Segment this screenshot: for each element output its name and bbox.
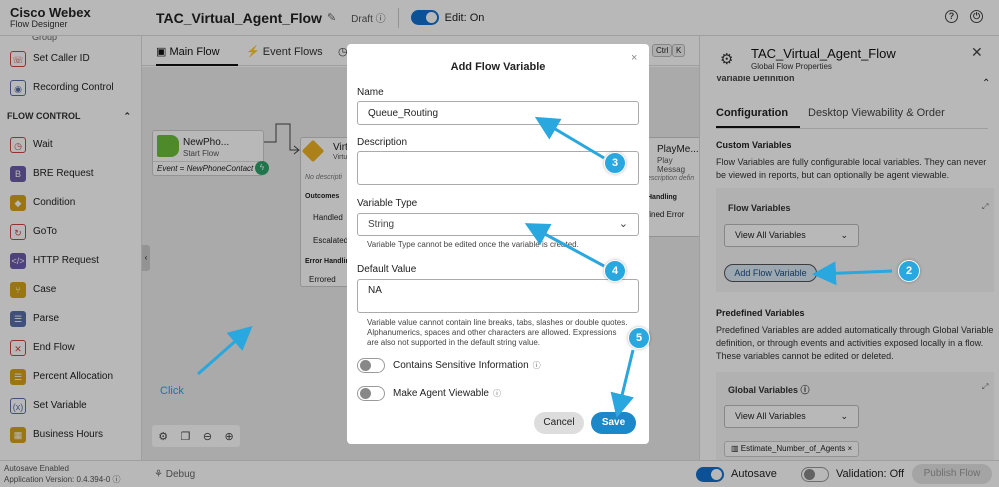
name-input[interactable] — [357, 101, 639, 125]
default-value-hint: Variable value cannot contain line break… — [367, 318, 628, 347]
variable-type-hint: Variable Type cannot be edited once the … — [367, 240, 579, 249]
toggle-knob — [360, 360, 371, 371]
info-icon[interactable]: ⓘ — [533, 360, 541, 371]
info-icon[interactable]: ⓘ — [493, 388, 501, 399]
sensitive-info-toggle[interactable] — [357, 358, 385, 373]
cancel-button[interactable]: Cancel — [534, 412, 584, 434]
default-value-label: Default Value — [357, 264, 417, 275]
annotation-badge-3: 3 — [604, 152, 626, 174]
toggle-knob — [360, 388, 371, 399]
variable-type-label: Variable Type — [357, 198, 418, 209]
selected-type: String — [368, 219, 395, 230]
agent-viewable-row: Make Agent Viewable ⓘ — [357, 386, 501, 401]
variable-type-select[interactable]: String ⌄ — [357, 213, 639, 236]
annotation-badge-5: 5 — [628, 327, 650, 349]
close-icon[interactable]: × — [631, 52, 637, 64]
chevron-down-icon: ⌄ — [618, 218, 628, 230]
add-flow-variable-dialog: Add Flow Variable × Name Description Var… — [347, 44, 649, 444]
agent-viewable-toggle[interactable] — [357, 386, 385, 401]
description-textarea[interactable] — [357, 151, 639, 185]
annotation-badge-4: 4 — [604, 260, 626, 282]
dialog-title: Add Flow Variable — [450, 61, 546, 73]
default-value-textarea[interactable]: NA — [357, 279, 639, 313]
agent-viewable-label: Make Agent Viewable — [393, 388, 489, 399]
description-label: Description — [357, 137, 408, 148]
annotation-badge-2: 2 — [898, 260, 920, 282]
sensitive-info-label: Contains Sensitive Information — [393, 360, 529, 371]
name-label: Name — [357, 87, 384, 98]
sensitive-info-row: Contains Sensitive Information ⓘ — [357, 358, 541, 373]
save-button[interactable]: Save — [591, 412, 636, 434]
